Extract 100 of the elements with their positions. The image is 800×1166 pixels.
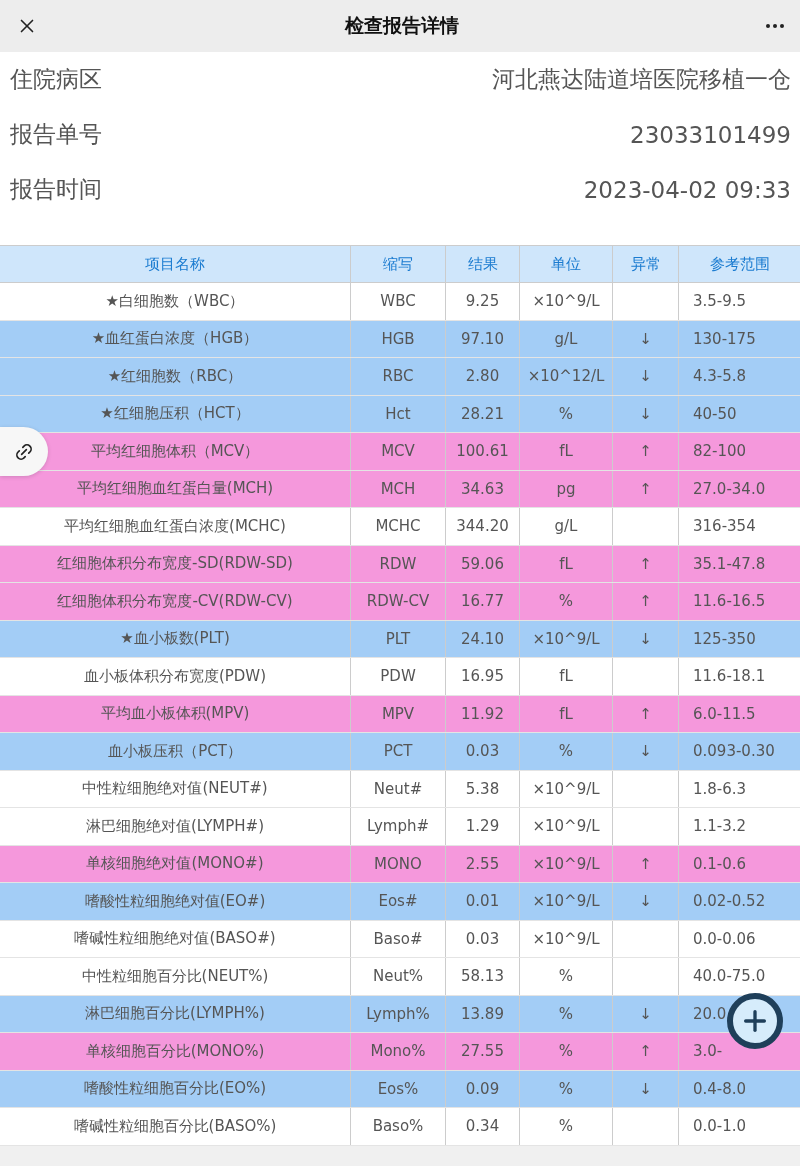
table-cell: ★白细胞数（WBC） bbox=[105, 291, 245, 311]
table-cell: fL bbox=[559, 554, 573, 573]
table-cell: % bbox=[558, 1004, 574, 1023]
table-cell: 中性粒细胞绝对值(NEUT#) bbox=[82, 779, 268, 799]
table-cell: fL bbox=[559, 704, 573, 723]
table-cell: 3.5-9.5 bbox=[693, 292, 747, 311]
table-cell: ↓ bbox=[639, 329, 652, 348]
column-header: 缩写 bbox=[351, 246, 446, 283]
table-cell: 红细胞体积分布宽度-CV(RDW-CV) bbox=[57, 591, 293, 611]
table-cell: 40-50 bbox=[693, 404, 737, 423]
table-cell: 平均血小板体积(MPV) bbox=[100, 704, 250, 724]
more-button[interactable] bbox=[766, 24, 784, 28]
table-cell: ↓ bbox=[639, 629, 652, 648]
column-header: 结果 bbox=[446, 246, 520, 283]
table-cell: 1.29 bbox=[465, 817, 500, 836]
table-cell: 13.89 bbox=[461, 1004, 504, 1023]
table-cell: 0.01 bbox=[465, 892, 500, 911]
table-cell: 82-100 bbox=[693, 442, 747, 461]
table-cell: 16.95 bbox=[461, 667, 504, 686]
table-cell: 2.80 bbox=[465, 367, 500, 386]
table-cell: ×10^9/L bbox=[532, 929, 600, 948]
table-cell: 0.1-0.6 bbox=[693, 854, 747, 873]
table-cell: Lymph% bbox=[366, 1004, 430, 1023]
table-cell: % bbox=[558, 1079, 574, 1098]
table-cell: 35.1-47.8 bbox=[693, 554, 766, 573]
table-cell: Baso% bbox=[372, 1117, 424, 1136]
table-cell: ↑ bbox=[639, 554, 652, 573]
table-cell: MCH bbox=[380, 479, 416, 498]
table-cell: ↓ bbox=[639, 404, 652, 423]
page-title: 检查报告详情 bbox=[345, 13, 459, 38]
table-cell: 9.25 bbox=[465, 292, 500, 311]
table-cell: 0.34 bbox=[465, 1117, 500, 1136]
table-cell: ↓ bbox=[639, 1079, 652, 1098]
table-cell: % bbox=[558, 592, 574, 611]
table-cell: ×10^9/L bbox=[532, 629, 600, 648]
table-cell: 100.61 bbox=[456, 442, 509, 461]
table-cell: RDW bbox=[379, 554, 417, 573]
table-cell: 11.6-16.5 bbox=[693, 592, 766, 611]
table-cell: ×10^12/L bbox=[527, 367, 605, 386]
table-cell: 单核细胞百分比(MONO%) bbox=[85, 1041, 265, 1061]
table-cell: 97.10 bbox=[461, 329, 504, 348]
table-cell: 0.093-0.30 bbox=[693, 742, 775, 761]
table-cell: 平均红细胞血红蛋白量(MCH) bbox=[76, 479, 274, 499]
table-cell: 血小板压积（PCT） bbox=[108, 741, 242, 761]
info-value: 23033101499 bbox=[630, 121, 791, 148]
table-cell: ↑ bbox=[639, 479, 652, 498]
table-cell: PLT bbox=[385, 629, 411, 648]
table-cell: 平均红细胞血红蛋白浓度(MCHC) bbox=[64, 516, 286, 536]
table-cell: MCHC bbox=[375, 517, 421, 536]
table-cell: MONO bbox=[374, 854, 422, 873]
table-cell: MCV bbox=[381, 442, 415, 461]
table-cell: 嗜酸性粒细胞绝对值(EO#) bbox=[84, 891, 266, 911]
table-cell: ×10^9/L bbox=[532, 779, 600, 798]
table-cell: ↑ bbox=[639, 442, 652, 461]
table-cell: 28.21 bbox=[461, 404, 504, 423]
table-cell: Neut% bbox=[372, 967, 424, 986]
table-cell: % bbox=[558, 967, 574, 986]
table-cell: Neut# bbox=[373, 779, 423, 798]
table-cell: ×10^9/L bbox=[532, 292, 600, 311]
info-label: 报告单号 bbox=[10, 120, 102, 149]
table-cell: 嗜酸性粒细胞百分比(EO%) bbox=[83, 1079, 267, 1099]
table-cell: pg bbox=[556, 479, 576, 498]
table-cell: 16.77 bbox=[461, 592, 504, 611]
table-cell: 344.20 bbox=[456, 517, 509, 536]
table-cell: 0.02-0.52 bbox=[693, 892, 766, 911]
table-cell: 红细胞体积分布宽度-SD(RDW-SD) bbox=[57, 554, 293, 574]
info-label: 报告时间 bbox=[10, 175, 102, 204]
table-cell: PDW bbox=[380, 667, 416, 686]
more-icon bbox=[766, 24, 784, 28]
table-cell: 11.6-18.1 bbox=[693, 667, 766, 686]
table-cell: MPV bbox=[381, 704, 415, 723]
table-cell: 125-350 bbox=[693, 629, 756, 648]
table-cell: Lymph# bbox=[366, 817, 430, 836]
table-cell: ↑ bbox=[639, 592, 652, 611]
table-cell: ↓ bbox=[639, 742, 652, 761]
table-cell: ↓ bbox=[639, 1004, 652, 1023]
column-header: 单位 bbox=[520, 246, 613, 283]
table-cell: ×10^9/L bbox=[532, 892, 600, 911]
table-cell: 中性粒细胞百分比(NEUT%) bbox=[81, 966, 269, 986]
table-cell: ↓ bbox=[639, 892, 652, 911]
table-cell: 0.0-1.0 bbox=[693, 1117, 747, 1136]
table-cell: PCT bbox=[383, 742, 413, 761]
table-cell: 24.10 bbox=[461, 629, 504, 648]
table-cell: ↓ bbox=[639, 367, 652, 386]
table-cell: 3.0- bbox=[693, 1042, 723, 1061]
table-cell: RBC bbox=[382, 367, 414, 386]
table-cell: 0.03 bbox=[465, 742, 500, 761]
table-cell: Baso# bbox=[373, 929, 423, 948]
table-cell: Eos# bbox=[378, 892, 418, 911]
table-cell: 0.09 bbox=[465, 1079, 500, 1098]
link-button[interactable] bbox=[0, 427, 48, 476]
table-cell: ★血小板数(PLT) bbox=[120, 629, 230, 649]
table-cell: % bbox=[558, 1117, 574, 1136]
table-cell: 130-175 bbox=[693, 329, 756, 348]
table-cell: 单核细胞绝对值(MONO#) bbox=[86, 854, 264, 874]
column-header: 项目名称 bbox=[0, 246, 351, 283]
column-header: 异常 bbox=[613, 246, 679, 283]
table-cell: 11.92 bbox=[461, 704, 504, 723]
table-cell: 20.0 bbox=[693, 1004, 727, 1023]
table-cell: ★血红蛋白浓度（HGB） bbox=[91, 329, 259, 349]
